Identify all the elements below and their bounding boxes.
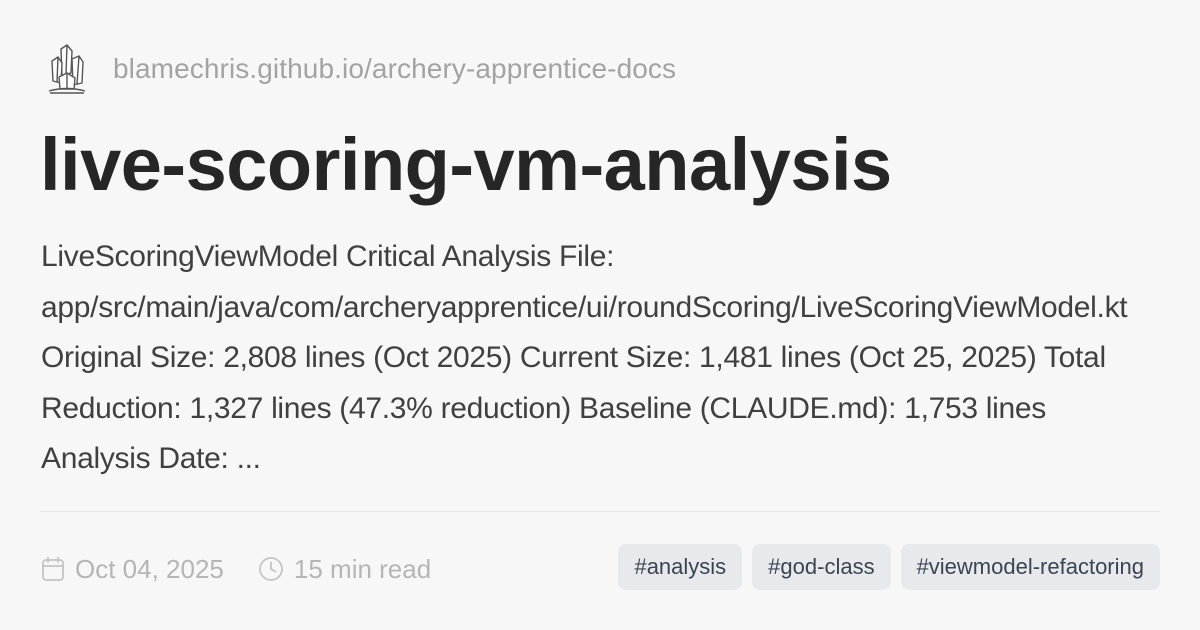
tag-god-class[interactable]: #god-class xyxy=(752,544,891,590)
post-read-time-text: 15 min read xyxy=(293,553,432,584)
post-date: Oct 04, 2025 xyxy=(41,554,224,585)
divider xyxy=(40,511,1160,512)
og-card: blamechris.github.io/archery-apprentice-… xyxy=(0,0,1200,630)
tag-viewmodel-refactoring[interactable]: #viewmodel-refactoring xyxy=(900,544,1160,590)
post-read-time: 15 min read xyxy=(258,554,431,585)
post-date-text: Oct 04, 2025 xyxy=(75,553,224,584)
site-header: blamechris.github.io/archery-apprentice-… xyxy=(46,42,676,96)
tag-list: #analysis #god-class #viewmodel-refactor… xyxy=(618,544,1160,590)
post-title: live-scoring-vm-analysis xyxy=(40,123,892,206)
post-excerpt: LiveScoringViewModel Critical Analysis F… xyxy=(41,240,1128,475)
clock-icon xyxy=(258,556,294,582)
crystal-icon xyxy=(46,42,88,96)
calendar-icon xyxy=(41,556,75,582)
site-url[interactable]: blamechris.github.io/archery-apprentice-… xyxy=(113,53,676,85)
post-meta: Oct 04, 2025 15 min read xyxy=(41,548,465,590)
tag-analysis[interactable]: #analysis xyxy=(618,544,743,590)
